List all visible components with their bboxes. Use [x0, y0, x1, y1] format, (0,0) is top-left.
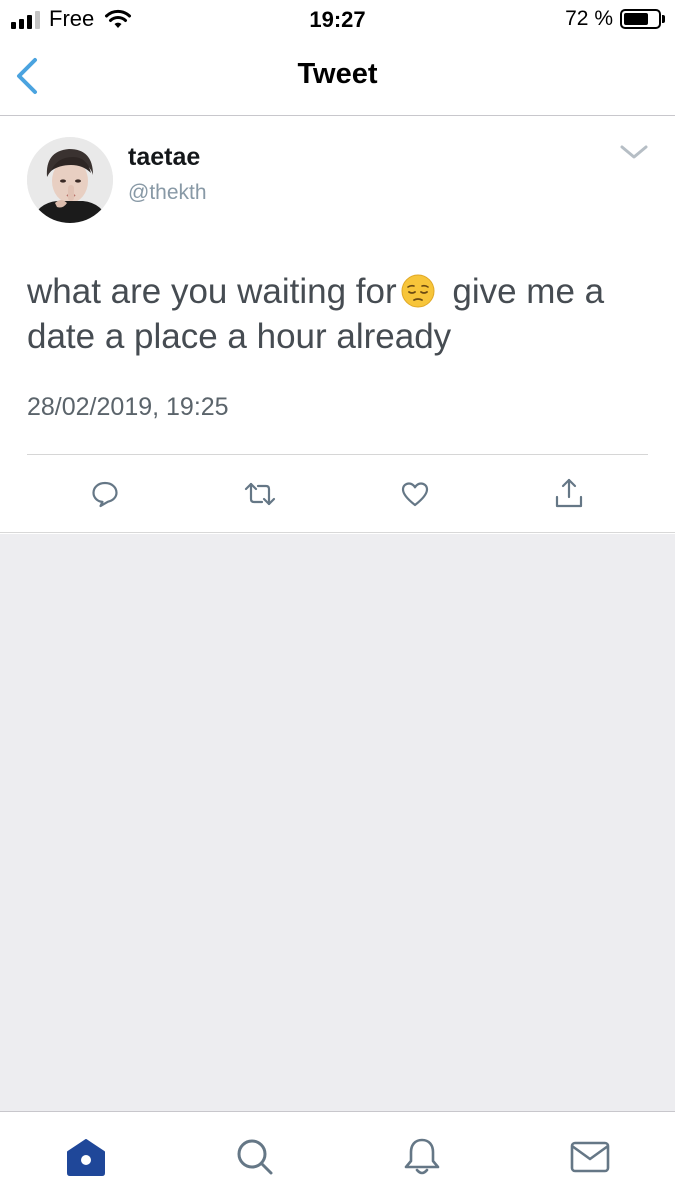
reply-button[interactable] [83, 472, 127, 516]
notifications-bell-icon [404, 1138, 440, 1175]
battery-tip [662, 15, 665, 23]
tweet-text-part-1: what are you waiting for [27, 272, 397, 311]
like-button[interactable] [393, 472, 437, 516]
display-name[interactable]: taetae [128, 143, 200, 172]
tweet-timestamp: 28/02/2019, 19:25 [27, 393, 229, 421]
messages-envelope-icon [570, 1141, 610, 1173]
tab-home[interactable] [61, 1132, 111, 1182]
heart-icon [401, 482, 429, 507]
share-icon [555, 478, 583, 508]
tweet-card: taetae @thekth what are you waiting for … [0, 117, 675, 533]
tweet-detail-screen: Free 19:27 72 % Tweet taetae @thekth wha… [0, 0, 675, 1200]
search-icon [237, 1139, 273, 1175]
status-bar: Free 19:27 72 % [0, 0, 675, 40]
status-right: 72 % [565, 7, 665, 31]
tab-notifications[interactable] [397, 1132, 447, 1182]
chevron-down-icon [620, 145, 648, 159]
home-icon [67, 1139, 105, 1176]
reply-icon [92, 481, 118, 508]
battery-fill [624, 13, 648, 25]
avatar[interactable] [27, 137, 113, 223]
tweet-actions [0, 472, 675, 516]
navigation-bar: Tweet [0, 40, 675, 116]
tab-search[interactable] [229, 1132, 279, 1182]
retweet-icon [244, 482, 276, 506]
profile-photo [27, 137, 113, 223]
pensive-face-emoji-icon [401, 274, 435, 308]
share-button[interactable] [547, 472, 591, 516]
divider [27, 454, 648, 455]
battery-icon [620, 9, 661, 29]
retweet-button[interactable] [238, 472, 282, 516]
tweet-text: what are you waiting for give me a date … [27, 269, 657, 359]
tab-messages[interactable] [565, 1132, 615, 1182]
tweet-menu-button[interactable] [619, 141, 649, 163]
user-handle[interactable]: @thekth [128, 181, 207, 205]
empty-content-area [0, 534, 675, 1112]
page-title: Tweet [297, 58, 378, 90]
bottom-tab-bar [0, 1111, 675, 1200]
battery-percentage: 72 % [565, 7, 613, 30]
